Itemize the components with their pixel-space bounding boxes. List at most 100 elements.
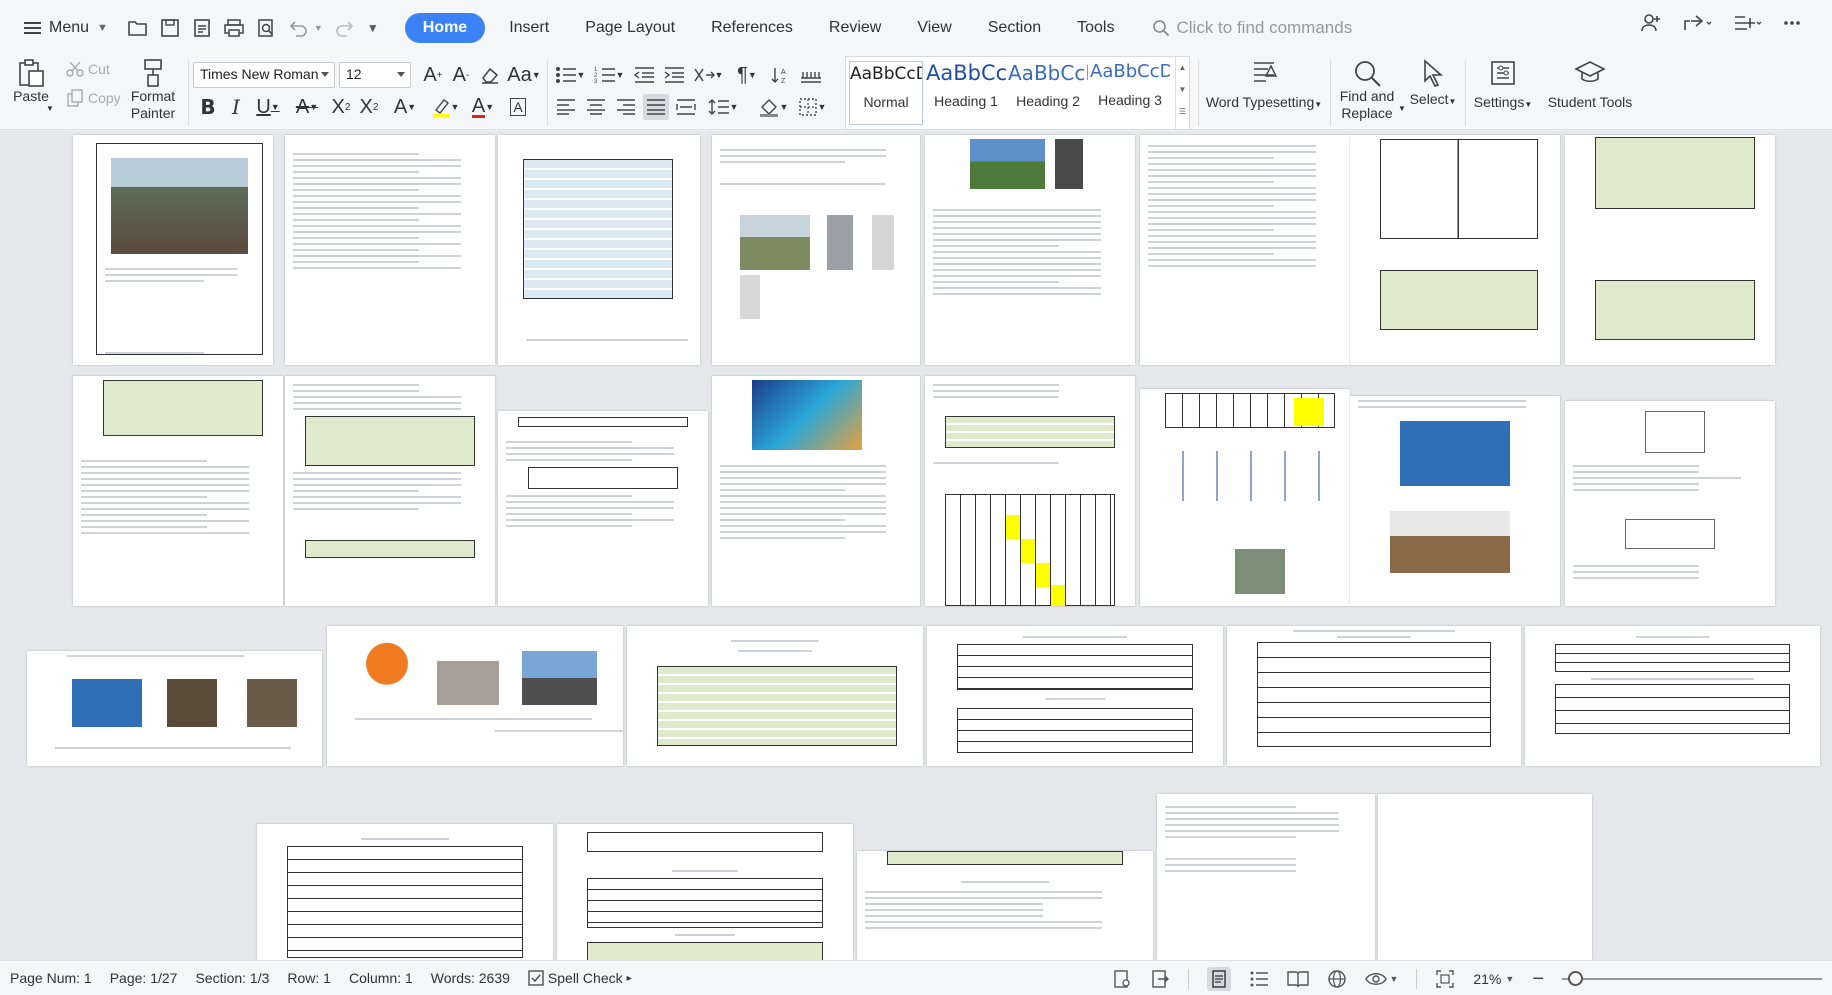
share-user-icon[interactable] [1640, 12, 1662, 34]
zoom-slider[interactable] [1562, 971, 1822, 986]
clear-format-icon[interactable] [477, 62, 503, 88]
page-thumbnail[interactable] [557, 824, 853, 960]
student-tools-button[interactable]: Student Tools [1545, 58, 1635, 111]
increase-indent-icon[interactable] [661, 62, 687, 88]
char-border-icon[interactable]: A [505, 94, 531, 120]
shading-icon[interactable]: ▼ [756, 94, 790, 120]
change-case-icon[interactable]: Aa ▼ [507, 62, 541, 88]
print-icon[interactable] [218, 12, 250, 44]
align-center-icon[interactable] [583, 94, 609, 120]
redo-icon[interactable] [329, 12, 361, 44]
status-page-num[interactable]: Page Num: 1 [10, 970, 92, 986]
web-layout-icon[interactable] [1327, 969, 1347, 989]
grow-font-icon[interactable]: A + [420, 62, 446, 88]
page-thumbnail[interactable] [1378, 794, 1592, 960]
tab-page-layout[interactable]: Page Layout [585, 14, 675, 42]
paste-button[interactable]: Paste [8, 58, 54, 105]
eye-protection-button[interactable]: ▼ [1365, 970, 1398, 988]
command-search[interactable]: Click to find commands [1152, 18, 1352, 38]
page-thumbnail[interactable] [73, 135, 273, 365]
status-words[interactable]: Words: 2639 [431, 970, 510, 986]
cut-button[interactable]: Cut [66, 60, 110, 78]
style-heading-2[interactable]: AaBbCcI Heading 2 [1008, 61, 1088, 125]
justify-icon[interactable] [643, 94, 669, 120]
export-pdf-icon[interactable] [186, 12, 218, 44]
fit-page-icon[interactable] [1435, 969, 1455, 989]
page-thumbnail[interactable] [1350, 135, 1560, 365]
font-size-select[interactable]: 12 [339, 62, 411, 88]
styles-scroll[interactable]: ▲ ▼ ☰ [1175, 57, 1189, 129]
undo-dropdown-icon[interactable]: ▼ [314, 23, 323, 33]
undo-icon[interactable] [282, 12, 314, 44]
text-direction-icon[interactable]: ▼ [691, 62, 725, 88]
page-thumbnail[interactable] [927, 626, 1223, 766]
tab-review[interactable]: Review [829, 14, 881, 42]
superscript-icon[interactable]: X2 [328, 94, 354, 120]
decrease-indent-icon[interactable] [631, 62, 657, 88]
tab-section[interactable]: Section [988, 14, 1041, 42]
add-to-list-icon[interactable] [1732, 12, 1762, 34]
page-thumbnail[interactable] [925, 376, 1135, 606]
format-painter-button[interactable]: Format Painter [126, 58, 180, 122]
page-thumbnail[interactable] [712, 376, 920, 606]
tab-references[interactable]: References [711, 14, 793, 42]
align-right-icon[interactable] [613, 94, 639, 120]
select-button[interactable]: Select▼ [1408, 58, 1458, 110]
find-replace-button[interactable]: Find and Replace [1335, 58, 1399, 122]
menu-button[interactable]: Menu ▼ [18, 11, 114, 45]
style-heading-3[interactable]: AaBbCcDd Heading 3 [1090, 61, 1170, 125]
page-thumbnail[interactable] [498, 411, 708, 606]
read-view-icon[interactable] [1287, 969, 1310, 989]
page-thumbnail[interactable] [27, 651, 322, 766]
font-color-icon[interactable]: A ▼ [466, 94, 500, 120]
page-thumbnail[interactable] [498, 135, 700, 365]
borders-icon[interactable]: ▼ [795, 94, 829, 120]
page-thumbnail[interactable] [857, 851, 1153, 960]
page-thumbnail[interactable] [627, 626, 923, 766]
style-heading-1[interactable]: AaBbCcI Heading 1 [926, 61, 1006, 125]
spell-check-button[interactable]: Spell Check ▸ [528, 970, 632, 986]
zoom-level[interactable]: 21% ▼ [1473, 971, 1514, 987]
page-thumbnail[interactable] [712, 135, 920, 365]
zoom-out-button[interactable]: − [1532, 968, 1544, 991]
numbering-icon[interactable]: 1 2 3 ▼ [592, 62, 626, 88]
page-thumbnail[interactable] [285, 135, 495, 365]
page-thumbnail[interactable] [1227, 626, 1521, 766]
line-spacing-icon[interactable]: ▼ [706, 94, 740, 120]
status-page[interactable]: Page: 1/27 [110, 970, 178, 986]
settings-button[interactable]: Settings▼ [1470, 58, 1536, 113]
bold-icon[interactable]: B [195, 94, 221, 120]
word-typesetting-button[interactable]: Word Typesetting▼ [1205, 58, 1323, 113]
open-icon[interactable] [122, 12, 154, 44]
tab-home[interactable]: Home [404, 13, 486, 43]
page-thumbnail[interactable] [1525, 626, 1820, 766]
subscript-icon[interactable]: X2 [356, 94, 382, 120]
page-thumbnail[interactable] [1140, 389, 1350, 606]
strikethrough-icon[interactable]: A ▼ [290, 94, 324, 120]
page-thumbnail[interactable] [1140, 135, 1350, 365]
page-thumbnail[interactable] [327, 626, 623, 766]
tab-tools[interactable]: Tools [1077, 14, 1114, 42]
page-thumbnail[interactable] [73, 376, 283, 606]
document-canvas[interactable] [0, 131, 1832, 960]
print-preview-icon[interactable] [250, 12, 282, 44]
export-icon[interactable] [1150, 969, 1170, 989]
page-thumbnail[interactable] [1157, 794, 1375, 960]
shrink-font-icon[interactable]: A- [448, 62, 474, 88]
customize-quick-access-icon[interactable]: ▼ [367, 21, 379, 35]
find-replace-dropdown[interactable]: ▼ [1398, 104, 1406, 113]
font-name-select[interactable]: Times New Roman [193, 62, 335, 88]
sort-icon[interactable]: AZ [768, 62, 794, 88]
copy-button[interactable]: Copy [66, 89, 121, 107]
highlight-icon[interactable]: ▼ [427, 94, 463, 120]
table-grid-icon[interactable] [798, 62, 824, 88]
page-thumbnail[interactable] [285, 376, 495, 606]
share-icon[interactable] [1682, 12, 1712, 34]
style-normal[interactable]: AaBbCcDd Normal [849, 61, 923, 125]
italic-icon[interactable]: I [223, 94, 249, 120]
page-thumbnail[interactable] [1565, 401, 1775, 606]
bullets-icon[interactable]: ▼ [553, 62, 587, 88]
reading-mode-icon[interactable] [1112, 969, 1132, 989]
more-options-icon[interactable] [1782, 12, 1802, 34]
page-view-icon[interactable] [1207, 967, 1232, 991]
